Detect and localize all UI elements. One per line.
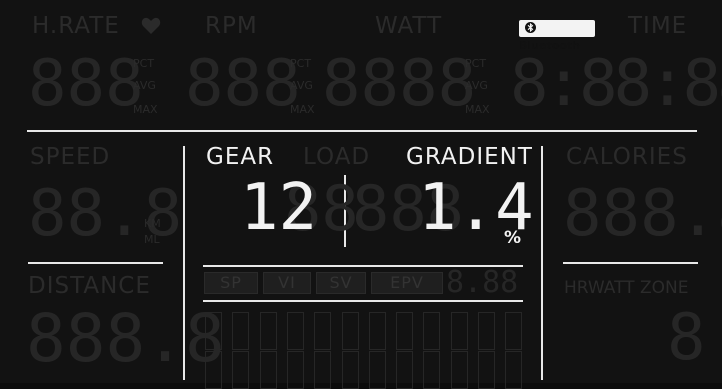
rpm-avg: AVG: [290, 79, 313, 92]
mode-epv: EPV: [371, 272, 443, 294]
matrix-cell: [314, 312, 332, 350]
gear-label: GEAR: [206, 144, 275, 170]
hrate-max: MAX: [133, 103, 158, 116]
mode-sv: SV: [316, 272, 366, 294]
zone-ghost-digit: 8: [667, 301, 706, 375]
mode-sp: SP: [204, 272, 258, 294]
watt-pct: PCT: [465, 57, 487, 70]
hrate-pct: PCT: [133, 57, 155, 70]
matrix-cell: [505, 351, 523, 389]
speed-label: SPEED: [30, 144, 111, 170]
watt-ghost-digits: 8888: [322, 47, 477, 121]
distance-label: DISTANCE: [28, 273, 151, 299]
matrix-cell: [286, 312, 304, 350]
unit-ml: ML: [144, 233, 160, 246]
mode-vi: VI: [263, 272, 311, 294]
matrix-cell: [450, 351, 468, 389]
bluetooth-icon: [525, 22, 536, 33]
unit-km: KM: [144, 217, 161, 230]
bluetooth-badge: Bluetooth: [519, 20, 595, 52]
watt-avg: AVG: [465, 79, 488, 92]
matrix-cell: [341, 351, 359, 389]
watt-max: MAX: [465, 103, 490, 116]
matrix-cell: [396, 351, 414, 389]
matrix-cell: [505, 312, 523, 350]
rpm-label: RPM: [205, 13, 258, 39]
rpm-max: MAX: [290, 103, 315, 116]
matrix-cell: [423, 312, 441, 350]
distance-ghost-digits: 888.8: [26, 300, 225, 377]
left-section-divider: [28, 262, 163, 264]
matrix-cell: [478, 312, 495, 350]
heart-icon: [141, 17, 161, 39]
hrate-avg: AVG: [133, 79, 156, 92]
matrix-cell: [396, 312, 414, 350]
matrix-cell: [259, 312, 277, 350]
top-divider: [27, 130, 697, 132]
rpm-pct: PCT: [290, 57, 312, 70]
gradient-unit: %: [504, 228, 522, 248]
matrix-cell: [478, 351, 495, 389]
zone-label: HRWATT ZONE: [564, 278, 689, 298]
center-section-divider-2: [203, 300, 523, 302]
right-divider: [541, 146, 543, 380]
matrix-cell: [423, 351, 441, 389]
gear-value: 12: [240, 171, 318, 245]
matrix-cell: [205, 351, 222, 389]
time-ghost-digits: 8:88:88: [510, 47, 722, 121]
watt-label: WATT: [375, 13, 443, 39]
gradient-label: GRADIENT: [406, 144, 533, 170]
matrix-cell: [450, 312, 468, 350]
bike-console-display: H.RATE RPM WATT Bluetooth TIME 888 PCT A…: [0, 0, 722, 389]
matrix-cell: [232, 351, 250, 389]
hrate-ghost-digits: 888: [28, 47, 144, 121]
matrix-cell: [286, 351, 304, 389]
mode-ghost-digits: 8.88: [446, 265, 519, 300]
calories-ghost-digits: 888.8: [563, 177, 722, 251]
matrix-cell: [259, 351, 277, 389]
rpm-ghost-digits: 888: [185, 47, 301, 121]
load-label: LOAD: [303, 144, 371, 170]
matrix-cell: [314, 351, 332, 389]
hrate-label: H.RATE: [32, 13, 120, 39]
time-label: TIME: [628, 13, 688, 39]
matrix-cell: [368, 312, 386, 350]
right-section-divider: [563, 262, 698, 264]
matrix-cell: [205, 312, 222, 350]
calories-label: CALORIES: [566, 144, 688, 170]
matrix-cell: [341, 312, 359, 350]
matrix-cell: [232, 312, 250, 350]
matrix-cell: [368, 351, 386, 389]
